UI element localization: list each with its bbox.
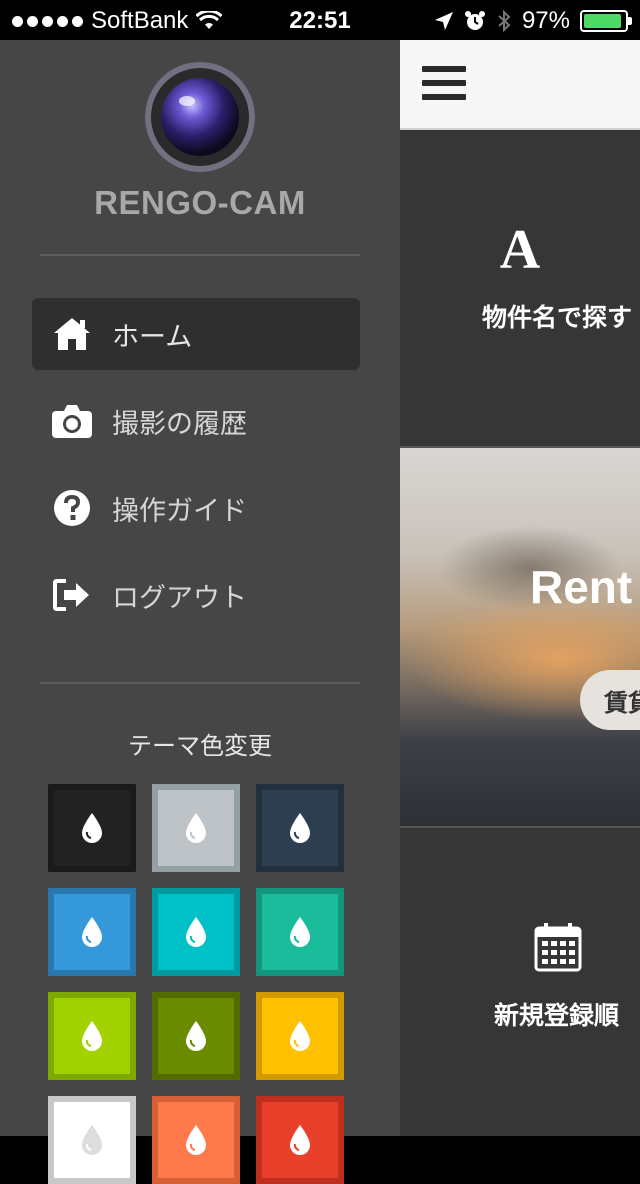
droplet-icon — [290, 1021, 310, 1051]
calendar-icon[interactable] — [534, 922, 582, 972]
status-right: 97% — [434, 7, 632, 35]
droplet-icon — [82, 917, 102, 947]
droplet-icon — [186, 1021, 206, 1051]
menu-toggle-button[interactable] — [422, 66, 466, 102]
droplet-icon — [290, 1125, 310, 1155]
divider — [40, 254, 360, 256]
top-nav-bar — [400, 40, 640, 130]
hero-title: Rent — [530, 561, 633, 613]
droplet-icon — [290, 917, 310, 947]
sort-newest-button[interactable]: 新規登録順 — [494, 996, 619, 1032]
theme-swatch[interactable] — [152, 992, 240, 1080]
battery-percent: 97% — [521, 7, 570, 34]
rent-button[interactable]: 賃貸 — [580, 670, 640, 730]
sidebar-item-guide[interactable]: 操作ガイド — [32, 472, 360, 544]
theme-swatch[interactable] — [152, 888, 240, 976]
droplet-icon — [82, 813, 102, 843]
theme-swatch[interactable] — [152, 784, 240, 872]
home-icon — [48, 310, 96, 358]
search-by-name-icon[interactable]: A — [480, 218, 560, 282]
theme-swatch[interactable] — [152, 1096, 240, 1184]
theme-swatch[interactable] — [256, 888, 344, 976]
sidebar-item-label: 撮影の履歴 — [112, 408, 247, 440]
sidebar-item-history[interactable]: 撮影の履歴 — [32, 385, 360, 457]
theme-swatch[interactable] — [48, 1096, 136, 1184]
droplet-icon — [290, 813, 310, 843]
help-icon — [48, 484, 96, 532]
battery-icon — [580, 10, 632, 32]
divider — [40, 682, 360, 684]
bluetooth-icon — [498, 9, 511, 33]
sidebar-item-home[interactable]: ホーム — [32, 298, 360, 370]
theme-swatch[interactable] — [256, 1096, 344, 1184]
droplet-icon — [186, 917, 206, 947]
droplet-icon — [186, 1125, 206, 1155]
droplet-icon — [82, 1021, 102, 1051]
theme-swatch[interactable] — [48, 784, 136, 872]
droplet-icon — [186, 813, 206, 843]
sidebar: RENGO-CAM ホーム 撮影の履歴 操作ガイド ログアウト テーマ色変更 — [0, 40, 400, 1184]
sidebar-item-label: 操作ガイド — [112, 495, 247, 527]
logout-icon — [48, 571, 96, 619]
location-arrow-icon — [434, 12, 453, 30]
droplet-icon — [82, 1125, 102, 1155]
sidebar-item-label: ログアウト — [112, 582, 247, 614]
sidebar-item-label: ホーム — [112, 321, 193, 353]
sidebar-item-logout[interactable]: ログアウト — [32, 559, 360, 631]
search-by-name-button[interactable]: 物件名で探す — [482, 298, 632, 334]
hero-banner: Rent 賃貸 — [400, 446, 640, 828]
status-bar: SoftBank 22:51 97% — [0, 0, 640, 40]
camera-lens-icon — [161, 78, 239, 156]
brand-name: RENGO-CAM — [94, 184, 306, 221]
main-content: A 物件名で探す Rent 賃貸 新規登録順 — [400, 40, 640, 1136]
alarm-icon — [464, 11, 485, 30]
camera-icon — [48, 397, 96, 445]
app-logo — [145, 62, 255, 172]
theme-swatch[interactable] — [256, 992, 344, 1080]
theme-swatch[interactable] — [256, 784, 344, 872]
theme-swatch[interactable] — [48, 992, 136, 1080]
theme-swatch[interactable] — [48, 888, 136, 976]
theme-color-title: テーマ色変更 — [128, 732, 272, 760]
